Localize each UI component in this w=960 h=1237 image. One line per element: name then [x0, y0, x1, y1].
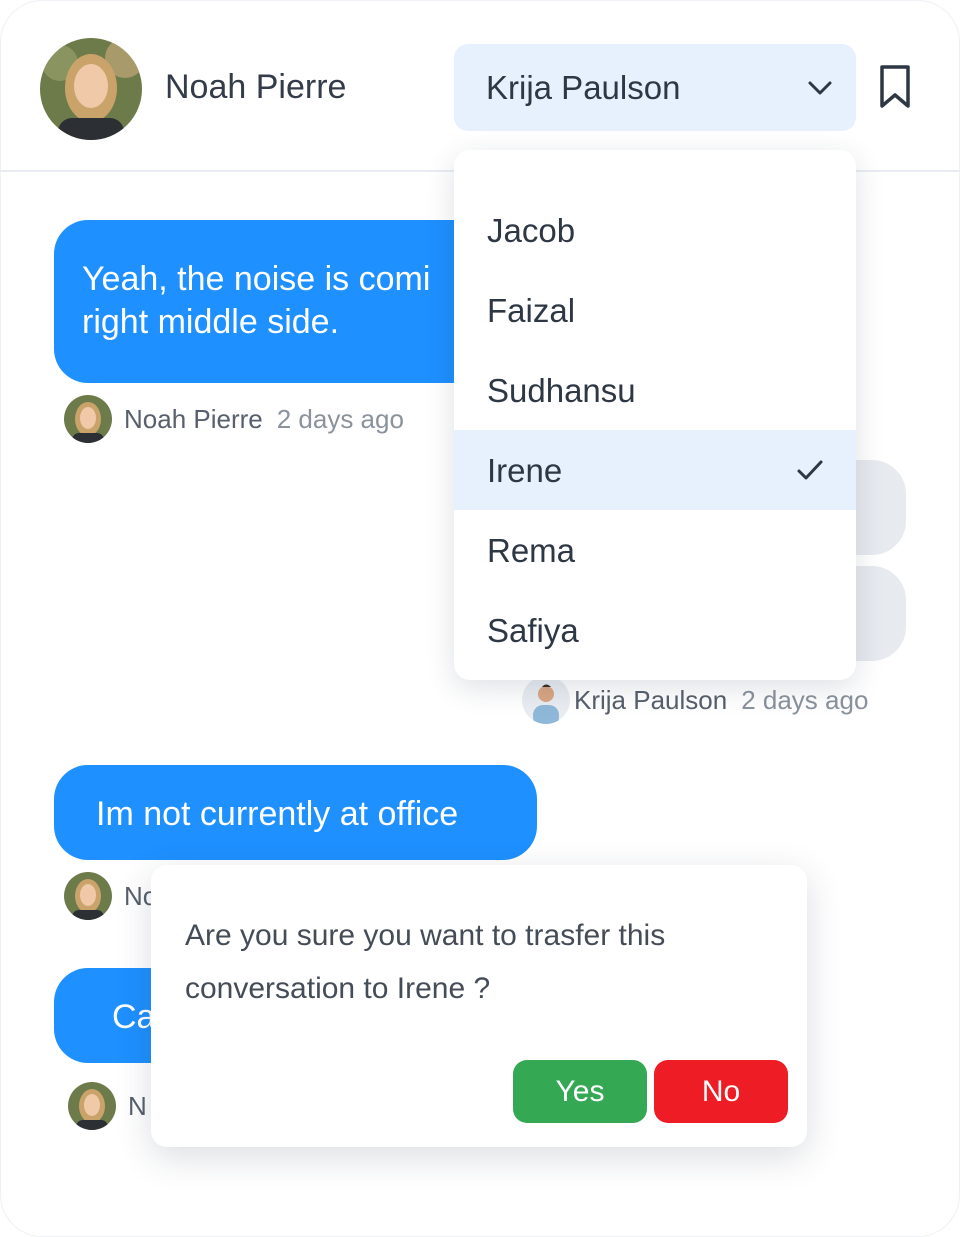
transfer-confirm-dialog: Are you sure you want to trasfer this co… [151, 865, 807, 1147]
dialog-message: Are you sure you want to trasfer this co… [185, 919, 666, 1005]
timestamp: 2 days ago [276, 403, 404, 434]
no-button[interactable]: No [654, 1060, 788, 1123]
message-bubble-outgoing: Im not currently at office [54, 765, 537, 860]
option-label: Faizal [487, 292, 576, 329]
dropdown-option-selected[interactable]: Irene [454, 430, 856, 510]
author-name: N [128, 1090, 147, 1121]
assignee-dropdown-menu: Jacob Faizal Sudhansu Irene Rema Safiya [454, 150, 856, 680]
contact-name: Noah Pierre [165, 68, 347, 106]
check-icon [797, 460, 823, 480]
message-text: Ca [112, 998, 156, 1036]
timestamp: 2 days ago [741, 684, 869, 715]
option-label: Irene [487, 452, 563, 489]
dropdown-option[interactable]: Rema [454, 510, 856, 590]
message-meta: Krija Paulson 2 days ago [522, 676, 868, 724]
chevron-down-icon [808, 81, 832, 95]
assignee-select-value: Krija Paulson [486, 69, 681, 106]
option-label: Jacob [487, 212, 576, 249]
option-label: Sudhansu [487, 372, 636, 409]
dropdown-option[interactable]: Safiya [454, 590, 856, 670]
chat-card: Noah Pierre Krija Paulson Yeah, the nois… [0, 0, 960, 1237]
message-text: Yeah, the noise is comi right middle sid… [82, 260, 431, 341]
avatar [68, 1082, 116, 1130]
dropdown-option[interactable]: Jacob [454, 190, 856, 270]
assignee-select[interactable]: Krija Paulson [454, 44, 856, 131]
message-text: Im not currently at office [96, 795, 459, 833]
avatar[interactable] [40, 38, 142, 140]
yes-button[interactable]: Yes [513, 1060, 647, 1123]
author-name: Noah Pierre [124, 403, 263, 434]
option-label: Rema [487, 532, 576, 569]
message-meta: Noah Pierre 2 days ago [64, 395, 404, 443]
option-label: Safiya [487, 612, 579, 649]
dropdown-option[interactable]: Sudhansu [454, 350, 856, 430]
author-name: Krija Paulson [574, 684, 728, 715]
avatar [522, 676, 570, 724]
bookmark-icon[interactable] [878, 64, 912, 110]
chat-header: Noah Pierre Krija Paulson [0, 0, 960, 172]
avatar [64, 395, 112, 443]
avatar [64, 872, 112, 920]
dropdown-option[interactable]: Faizal [454, 270, 856, 350]
message-meta: N [68, 1082, 161, 1130]
